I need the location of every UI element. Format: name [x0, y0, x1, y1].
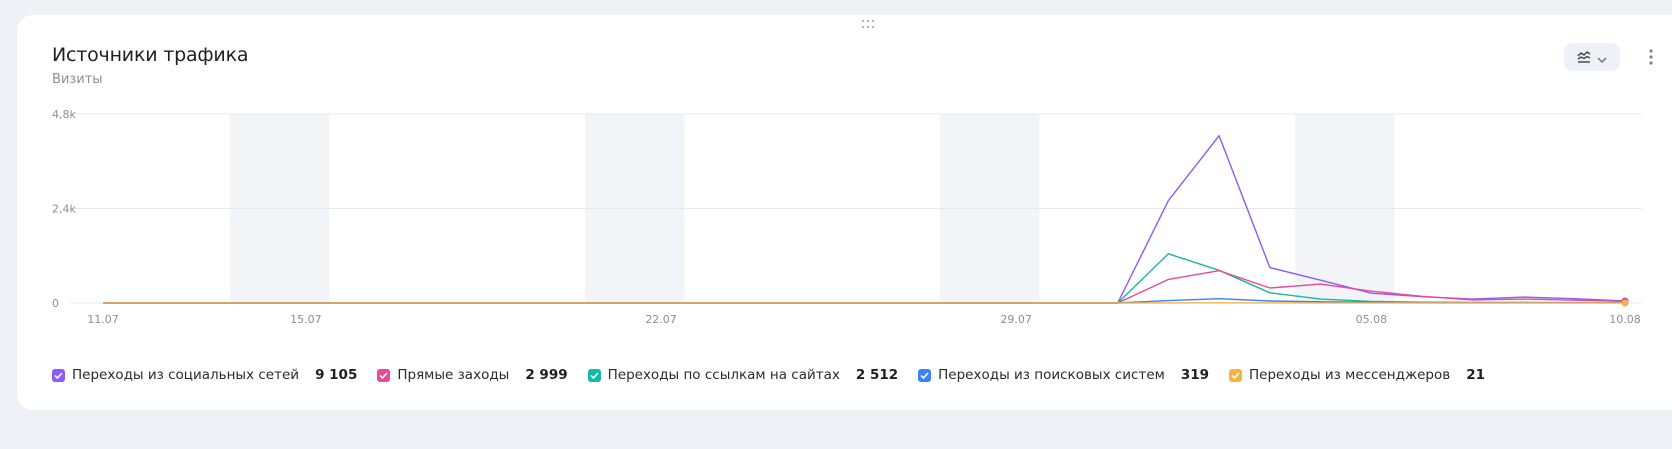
- x-tick-label: 10.08: [1609, 313, 1641, 326]
- x-tick-label: 29.07: [1000, 313, 1032, 326]
- x-tick-label: 15.07: [290, 313, 322, 326]
- y-tick-label: 4,8k: [52, 108, 76, 121]
- line-chart: 0 2,4k 4,8k 11.07 15.07 22.07 29.07 05.08 10.08: [52, 108, 1642, 326]
- x-tick-label: 05.08: [1356, 313, 1388, 326]
- x-tick-label: 11.07: [87, 313, 119, 326]
- y-tick-label: 2,4k: [52, 203, 76, 216]
- x-tick-label: 22.07: [645, 313, 677, 326]
- series-end-point-messengers: [1621, 299, 1629, 307]
- y-tick-label: 0: [52, 297, 59, 310]
- series-line-direct: [103, 270, 1626, 304]
- series-line-social: [103, 134, 1626, 304]
